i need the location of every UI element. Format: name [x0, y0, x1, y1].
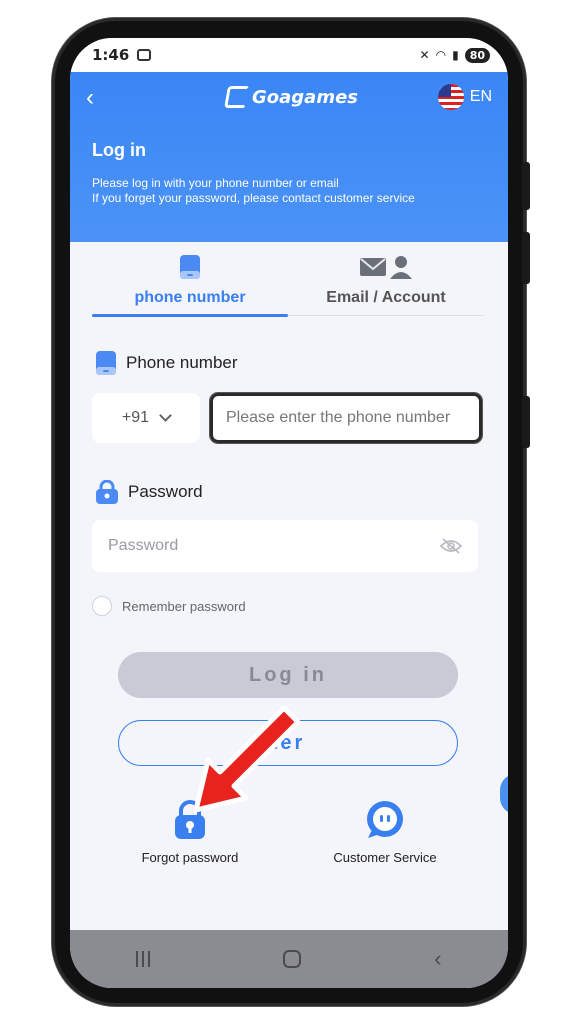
tab-phone-number[interactable]: phone number — [92, 242, 288, 318]
password-field-label: Password — [96, 480, 203, 504]
brand-logo: Goagames — [224, 86, 358, 108]
chat-bubble-icon — [367, 801, 403, 838]
home-icon[interactable] — [283, 950, 302, 968]
side-button — [522, 232, 530, 284]
link-label: Forgot password — [141, 850, 239, 865]
language-code: EN — [469, 88, 492, 105]
status-icons: ✕ ◠ ▮ 80 — [419, 47, 490, 63]
field-label-text: Phone number — [126, 353, 238, 372]
red-arrow-annotation — [193, 705, 301, 813]
phone-icon — [180, 255, 200, 279]
page-title: Log in — [92, 140, 146, 160]
login-button[interactable]: Log in — [118, 652, 458, 698]
logo-mark-icon — [224, 86, 250, 108]
device-frame: 1:46 ✕ ◠ ▮ 80 ‹ Goagames EN Log in Pleas… — [0, 0, 576, 1024]
link-label: Customer Service — [333, 850, 437, 865]
subtitle-line: Please log in with your phone number or … — [92, 176, 339, 190]
signal-icon: ▮ — [452, 48, 459, 62]
wifi-icon: ◠ — [435, 48, 447, 62]
screenshot-icon — [137, 49, 152, 61]
side-button — [522, 162, 530, 210]
back-icon[interactable]: ‹ — [86, 86, 94, 110]
tab-active-indicator — [92, 314, 288, 317]
floating-chat-button[interactable] — [500, 774, 508, 814]
phone-icon — [96, 351, 116, 375]
us-flag-icon — [437, 84, 464, 110]
remember-label: Remember password — [122, 598, 246, 614]
field-label-text: Password — [128, 482, 203, 501]
tab-label: phone number — [134, 289, 246, 306]
country-code-select[interactable]: +91 — [92, 393, 200, 443]
language-selector[interactable]: EN — [437, 84, 492, 110]
screen: 1:46 ✕ ◠ ▮ 80 ‹ Goagames EN Log in Pleas… — [70, 38, 508, 988]
system-nav-bar: ‹ — [70, 930, 508, 988]
status-time: 1:46 — [92, 46, 130, 64]
email-account-icon — [360, 256, 412, 279]
tab-label: Email / Account — [326, 289, 446, 306]
side-button — [522, 396, 530, 448]
status-bar: 1:46 ✕ ◠ ▮ 80 — [70, 38, 508, 72]
page-subtitle: Please log in with your phone number or … — [92, 176, 415, 206]
lock-icon — [96, 480, 118, 504]
phone-field-label: Phone number — [96, 351, 238, 375]
page-header: ‹ Goagames EN Log in Please log in with … — [70, 72, 508, 242]
mute-icon: ✕ — [419, 48, 430, 62]
password-input[interactable]: Password — [92, 520, 478, 572]
phone-input[interactable]: Please enter the phone number — [210, 393, 482, 443]
subtitle-line: If you forget your password, please cont… — [92, 191, 415, 205]
chevron-down-icon — [159, 409, 172, 422]
remember-radio[interactable] — [92, 596, 112, 616]
country-code-value: +91 — [121, 409, 150, 426]
login-tabs: phone number Email / Account — [70, 242, 508, 318]
recent-apps-icon[interactable] — [136, 951, 151, 967]
password-placeholder: Password — [108, 537, 179, 554]
brand-name: Goagames — [252, 86, 358, 108]
back-nav-icon[interactable]: ‹ — [434, 946, 441, 972]
eye-off-icon[interactable] — [440, 538, 462, 554]
phone-placeholder: Please enter the phone number — [226, 409, 451, 426]
remember-password[interactable]: Remember password — [92, 596, 246, 616]
tab-email-account[interactable]: Email / Account — [288, 242, 484, 318]
battery-icon: 80 — [464, 47, 490, 63]
customer-service-link[interactable]: Customer Service — [305, 800, 465, 865]
